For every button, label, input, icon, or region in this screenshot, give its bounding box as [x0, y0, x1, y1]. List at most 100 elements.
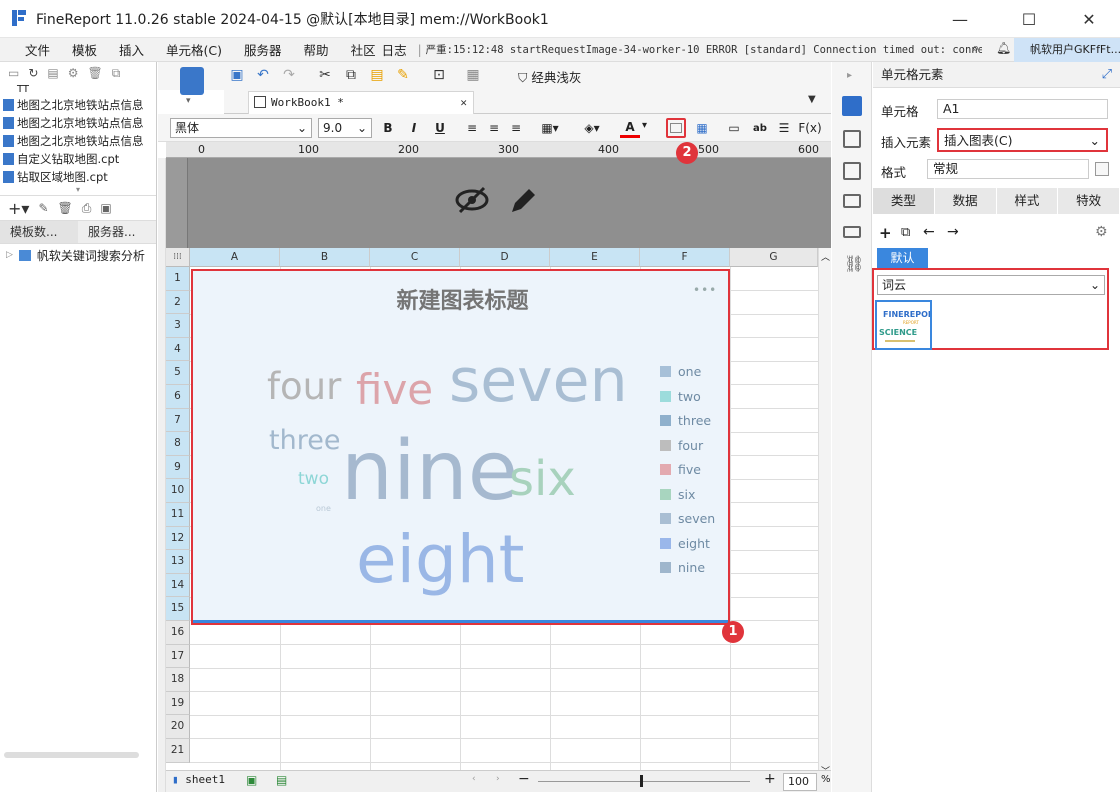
row-header[interactable]: 9	[166, 455, 190, 480]
cell-element-icon[interactable]	[842, 96, 862, 116]
column-header[interactable]: D	[460, 248, 550, 267]
hyperlink-icon[interactable]: ⛓	[844, 254, 864, 273]
next-sheet-icon[interactable]: ›	[496, 774, 500, 784]
settings-icon[interactable]: ⚙	[68, 66, 79, 80]
legend-item[interactable]: five	[660, 462, 701, 477]
row-header[interactable]: 15	[166, 597, 190, 621]
search-icon[interactable]: ⌕	[972, 41, 979, 56]
italic-button[interactable]: I	[404, 118, 424, 138]
collapse-icon[interactable]: ⤢	[1102, 62, 1112, 88]
font-color-dropdown[interactable]: ▾	[642, 120, 647, 131]
row-header[interactable]: 8	[166, 432, 190, 456]
preview-icon[interactable]: ⊡	[430, 66, 448, 84]
menu-insert[interactable]: 插入	[108, 40, 155, 59]
zoom-slider[interactable]	[538, 781, 750, 782]
row-header[interactable]: 11	[166, 503, 190, 527]
align-left-icon[interactable]: ≡	[462, 118, 482, 138]
row-header[interactable]: 1	[166, 267, 190, 291]
zoom-in-button[interactable]: +	[764, 771, 776, 787]
menu-server[interactable]: 服务器	[233, 40, 293, 59]
tab-type[interactable]: 类型	[873, 188, 935, 214]
doc-tab-workbook1[interactable]: WorkBook1 * ✕	[248, 91, 474, 114]
expand-icon[interactable]: ▸	[847, 70, 852, 81]
scroll-up-icon[interactable]: ︿	[821, 250, 830, 263]
menu-template[interactable]: 模板	[61, 40, 108, 59]
user-account[interactable]: 帆软用户GKFfFt...	[1014, 38, 1120, 62]
condition-icon[interactable]	[843, 226, 861, 238]
cell-attribute-icon[interactable]	[843, 130, 861, 148]
widget-icon[interactable]	[843, 194, 861, 208]
row-header[interactable]: 2	[166, 290, 190, 315]
legend-item[interactable]: three	[660, 413, 711, 428]
zoom-out-button[interactable]: −	[518, 771, 530, 787]
font-size-select[interactable]: 9.0 ⌄	[318, 118, 372, 138]
row-header[interactable]: 21	[166, 739, 190, 763]
legend-item[interactable]: seven	[660, 511, 715, 526]
classic-theme-button[interactable]: ⛉ 经典浅灰	[518, 67, 581, 86]
legend-item[interactable]: six	[660, 487, 695, 502]
row-header[interactable]: 3	[166, 314, 190, 338]
legend-item[interactable]: nine	[660, 560, 705, 575]
row-header[interactable]: 13	[166, 550, 190, 574]
menu-help[interactable]: 帮助	[293, 40, 340, 59]
bold-button[interactable]: B	[378, 118, 398, 138]
menu-community[interactable]: 社区	[340, 40, 378, 59]
row-header[interactable]: 16	[166, 621, 190, 645]
template-dropdown-icon[interactable]: ▾	[186, 96, 191, 106]
column-header[interactable]: E	[550, 248, 640, 267]
file-item[interactable]: TT	[0, 84, 156, 96]
row-header[interactable]: 14	[166, 573, 190, 598]
copy-icon[interactable]: ⧉	[112, 66, 121, 81]
chart-title[interactable]: 新建图表标题	[193, 283, 732, 315]
column-header[interactable]: F	[640, 248, 730, 267]
tab-effect[interactable]: 特效	[1058, 188, 1120, 214]
save-icon[interactable]: ▣	[228, 66, 246, 84]
trash-icon[interactable]: 🗑︎	[58, 201, 73, 215]
menu-cell[interactable]: 单元格(C)	[155, 40, 233, 59]
table-icon[interactable]: ▦	[692, 118, 712, 138]
chart-type-select[interactable]: 词云 ⌄	[877, 275, 1105, 295]
expand-icon[interactable]: ▷	[6, 250, 13, 260]
hide-eye-icon[interactable]	[454, 186, 490, 217]
file-item[interactable]: 地图之北京地铁站点信息	[0, 114, 156, 132]
fill-color-icon[interactable]: ◈▾	[582, 118, 602, 138]
move-right-icon[interactable]: →	[947, 224, 959, 240]
select-all-corner[interactable]: ⁞⁞⁞	[166, 248, 190, 267]
close-tab-icon[interactable]: ✕	[460, 92, 467, 114]
row-header[interactable]: 17	[166, 644, 190, 669]
tab-data[interactable]: 数据	[935, 188, 997, 214]
menu-log[interactable]: 日志	[378, 40, 418, 59]
paste-icon[interactable]: ▤	[368, 66, 386, 84]
menu-file[interactable]: 文件	[14, 40, 61, 59]
minimize-button[interactable]: —	[937, 0, 983, 38]
font-color-icon[interactable]: A	[620, 118, 640, 138]
zoom-input[interactable]: 100	[783, 773, 817, 791]
log-message[interactable]: 严重:15:12:48 startRequestImage-34-worker-…	[426, 42, 982, 57]
font-select[interactable]: 黑体 ⌄	[170, 118, 312, 138]
row-header[interactable]: 5	[166, 361, 190, 385]
column-header[interactable]: G	[730, 248, 818, 267]
column-header[interactable]: C	[370, 248, 460, 267]
row-header[interactable]: 4	[166, 337, 190, 362]
format-painter-icon[interactable]: ✎	[394, 66, 412, 84]
file-item[interactable]: 钻取区域地图.cpt	[0, 168, 156, 186]
row-header[interactable]: 12	[166, 526, 190, 551]
tab-server-data[interactable]: 服务器...	[78, 221, 156, 243]
format-input[interactable]: 常规	[927, 159, 1089, 179]
sheet-tab[interactable]: ▮ sheet1	[172, 773, 225, 786]
vertical-scrollbar[interactable]: ︿ ﹀	[818, 248, 831, 777]
row-header[interactable]: 20	[166, 715, 190, 739]
paragraph-icon[interactable]: ☰	[774, 118, 794, 138]
tab-template-data[interactable]: 模板数...	[0, 221, 78, 243]
open-icon[interactable]: ▤	[47, 66, 58, 80]
splitter[interactable]: ▾	[0, 186, 156, 196]
delete-icon[interactable]: 🗑︎	[88, 66, 103, 80]
word-cloud-chart[interactable]: 新建图表标题 ••• four five seven three nine si…	[191, 269, 730, 625]
border-icon[interactable]: ▦▾	[540, 118, 560, 138]
row-header[interactable]: 10	[166, 479, 190, 503]
zoom-slider-handle[interactable]	[640, 775, 643, 787]
formula-icon[interactable]: F(x)	[798, 118, 821, 138]
tab-list-icon[interactable]: ▼	[808, 94, 816, 105]
file-item[interactable]: 地图之北京地铁站点信息	[0, 96, 156, 114]
move-left-icon[interactable]: ←	[923, 224, 935, 240]
